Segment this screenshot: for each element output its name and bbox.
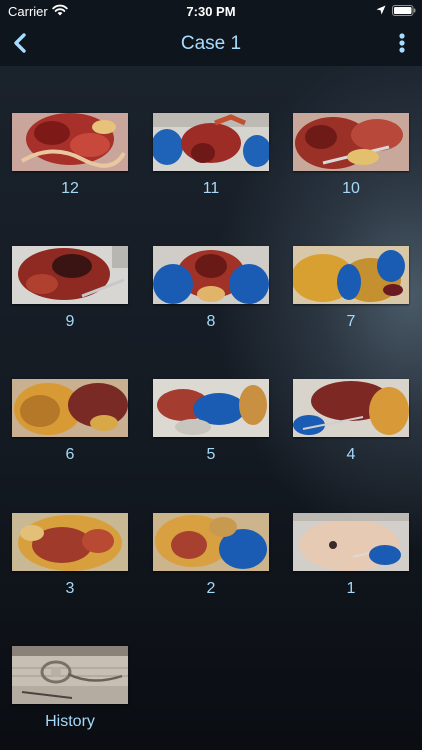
thumbnail-image [153, 113, 269, 171]
thumbnail-image [293, 246, 409, 304]
grid-item-label: 9 [65, 313, 75, 330]
case-grid: 12 11 10 9 8 7 6 5 4 3 2 1 History [0, 66, 422, 750]
thumbnail-image [12, 513, 128, 571]
thumbnail-image [153, 379, 269, 437]
more-vertical-icon [399, 33, 405, 53]
grid-item-label: 2 [206, 580, 216, 597]
grid-item-label: History [45, 713, 95, 730]
chevron-left-icon [14, 33, 26, 53]
thumbnail-image [293, 513, 409, 571]
grid-item-label: 3 [65, 580, 75, 597]
grid-item-label: 10 [342, 180, 360, 197]
more-options-button[interactable] [388, 28, 416, 58]
thumbnail-image [153, 246, 269, 304]
navigation-bar: Case 1 [0, 22, 422, 66]
grid-item-label: 4 [346, 446, 356, 463]
thumbnail-image [293, 379, 409, 437]
grid-item-label: 12 [61, 180, 79, 197]
thumbnail-image [153, 513, 269, 571]
thumbnail-image [293, 113, 409, 171]
battery-icon [392, 5, 416, 16]
grid-item-label: 5 [206, 446, 216, 463]
grid-item-label: 7 [346, 313, 356, 330]
thumbnail-image [12, 646, 128, 704]
page-title: Case 1 [180, 33, 242, 54]
status-bar: Carrier 7:30 PM [0, 0, 422, 22]
grid-item-label: 6 [65, 446, 75, 463]
back-button[interactable] [6, 28, 36, 58]
app-screen: Carrier 7:30 PM Case 1 12 11 10 9 8 7 6 … [0, 0, 422, 750]
grid-item-label: 8 [206, 313, 216, 330]
location-icon [376, 5, 386, 15]
thumbnail-image [12, 379, 128, 437]
header: Carrier 7:30 PM Case 1 [0, 0, 422, 66]
grid-item-label: 11 [202, 180, 220, 197]
status-time: 7:30 PM [186, 4, 236, 19]
grid-item-label: 1 [346, 580, 356, 597]
thumbnail-image [12, 113, 128, 171]
thumbnail-image [12, 246, 128, 304]
